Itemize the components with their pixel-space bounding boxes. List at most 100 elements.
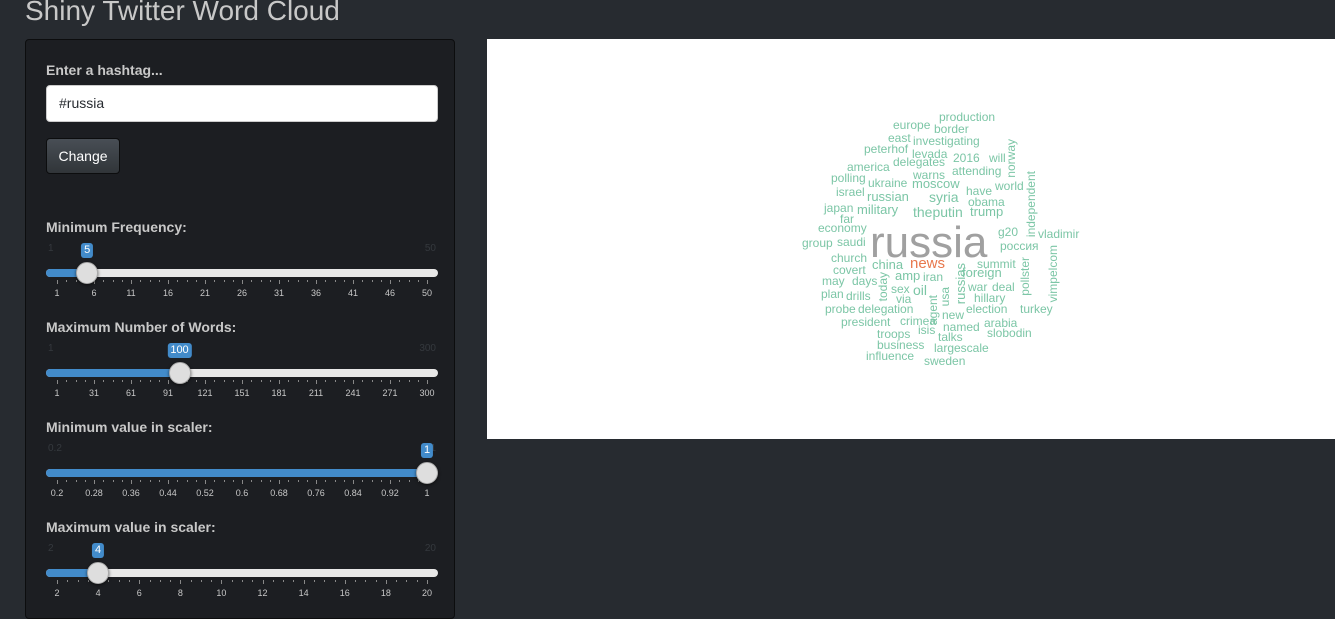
wordcloud-word: pollster — [1018, 257, 1032, 296]
slider-tick — [303, 580, 305, 584]
slider-minor-tick — [121, 280, 123, 282]
slider-label-max-scaler: Maximum value in scaler: — [46, 519, 216, 535]
slider-tick — [316, 480, 317, 484]
slider-minor-tick — [232, 480, 234, 482]
slider-tick-label: 241 — [345, 388, 361, 398]
slider-handle[interactable] — [87, 562, 110, 584]
slider-minor-tick — [177, 280, 179, 282]
max-words-slider[interactable]: 1 300 100 1 31 61 91 121 151 181 211 241 271 300 — [46, 343, 438, 403]
slider-minor-tick — [103, 380, 105, 382]
slider-tick-label: 0.36 — [122, 488, 140, 498]
slider-minor-tick — [408, 480, 410, 482]
slider-tick-label: 2 — [54, 588, 60, 598]
slider-minor-tick — [417, 280, 419, 282]
slider-minor-tick — [306, 280, 308, 282]
slider-minor-tick — [362, 480, 364, 482]
slider-minor-tick — [306, 380, 308, 382]
slider-minor-tick — [195, 380, 197, 382]
slider-minor-tick — [325, 480, 327, 482]
slider-tick-label: 0.44 — [159, 488, 177, 498]
slider-minor-tick — [399, 480, 401, 482]
slider-tick — [427, 280, 428, 284]
app-title: Shiny Twitter Word Cloud — [25, 0, 340, 26]
slider-tick-label: 11 — [126, 288, 136, 298]
slider-minor-tick — [121, 380, 123, 382]
wordcloud-word: today — [876, 272, 890, 302]
slider-minor-tick — [112, 280, 114, 282]
slider-minor-tick — [288, 380, 290, 382]
slider-minor-tick — [324, 580, 326, 582]
slider-minor-tick — [334, 580, 336, 582]
slider-minor-tick — [343, 280, 345, 282]
slider-minor-tick — [186, 280, 188, 282]
slider-tick-label: 211 — [308, 388, 324, 398]
hashtag-label: Enter a hashtag... — [46, 62, 163, 78]
slider-minor-tick — [84, 480, 86, 482]
slider-tick — [205, 480, 206, 484]
slider-value-badge: 100 — [167, 343, 192, 358]
slider-tick-label: 0.92 — [381, 488, 399, 498]
slider-minor-tick — [399, 280, 401, 282]
slider-minor-tick — [140, 480, 142, 482]
slider-minor-tick — [293, 580, 295, 582]
slider-tick — [131, 380, 132, 384]
slider-minor-tick — [260, 480, 262, 482]
slider-minor-tick — [288, 480, 290, 482]
slider-tick — [353, 280, 354, 284]
wordcloud-word: group — [802, 236, 833, 250]
max-scaler-slider[interactable]: 2 20 4 2 4 6 8 10 12 14 16 18 20 — [46, 543, 438, 603]
slider-handle[interactable] — [168, 362, 191, 384]
slider-tick-label: 10 — [216, 588, 227, 598]
slider-minor-tick — [103, 280, 105, 282]
wordcloud-word: may — [822, 274, 845, 288]
slider-minor-tick — [149, 580, 151, 582]
min-scaler-slider[interactable]: 0.2 1 1 0.2 0.28 0.36 0.44 0.52 0.6 0.68 0.76 0.84 0… — [46, 443, 438, 503]
slider-track[interactable] — [46, 269, 438, 277]
slider-minor-tick — [362, 380, 364, 382]
slider-minor-tick — [223, 380, 225, 382]
change-button[interactable]: Change — [46, 138, 120, 174]
slider-max-label: 50 — [424, 243, 436, 254]
slider-tick-label: 36 — [310, 288, 322, 298]
wordcloud-plot: russia news production europe border east inve… — [487, 39, 1335, 439]
slider-minor-tick — [149, 380, 151, 382]
slider-tick-label: 41 — [347, 288, 359, 298]
slider-minor-tick — [75, 280, 77, 282]
slider-minor-tick — [128, 580, 130, 582]
slider-tick-label: 61 — [125, 388, 137, 398]
slider-tick-label: 0.52 — [196, 488, 214, 498]
wordcloud-word: theputin — [913, 204, 963, 220]
wordcloud-word: probe — [825, 302, 856, 316]
slider-minor-tick — [375, 580, 377, 582]
hashtag-input[interactable]: #russia — [46, 85, 438, 122]
slider-minor-tick — [149, 480, 151, 482]
slider-tick-label: 18 — [380, 588, 391, 598]
slider-tick — [390, 380, 391, 384]
slider-tick-label: 0.68 — [270, 488, 288, 498]
slider-minor-tick — [66, 280, 68, 282]
slider-min-label: 0.2 — [48, 443, 62, 454]
slider-minor-tick — [269, 280, 271, 282]
slider-handle[interactable] — [416, 462, 438, 484]
wordcloud-word: isis — [918, 323, 936, 337]
wordcloud-word: vimpelcom — [1046, 245, 1060, 303]
slider-tick — [168, 380, 169, 384]
slider-tick — [353, 480, 354, 484]
slider-tick — [279, 480, 280, 484]
slider-tick — [262, 580, 264, 584]
slider-tick-label: 16 — [162, 288, 174, 298]
wordcloud-word: turkey — [1020, 302, 1053, 316]
slider-minor-tick — [214, 380, 216, 382]
slider-tick-label: 1 — [54, 288, 60, 298]
min-frequency-slider[interactable]: 1 50 5 1 6 11 16 21 26 31 36 41 46 50 — [46, 243, 438, 303]
slider-tick — [427, 380, 428, 384]
slider-minor-tick — [66, 480, 68, 482]
slider-tick-label: 31 — [273, 288, 285, 298]
slider-tick — [316, 380, 317, 384]
slider-minor-tick — [77, 580, 79, 582]
wordcloud-word: usa — [938, 287, 952, 307]
slider-tick — [316, 280, 317, 284]
slider-minor-tick — [75, 480, 77, 482]
slider-tick-label: 0.2 — [50, 488, 64, 498]
wordcloud-word: ukraine — [868, 176, 908, 190]
